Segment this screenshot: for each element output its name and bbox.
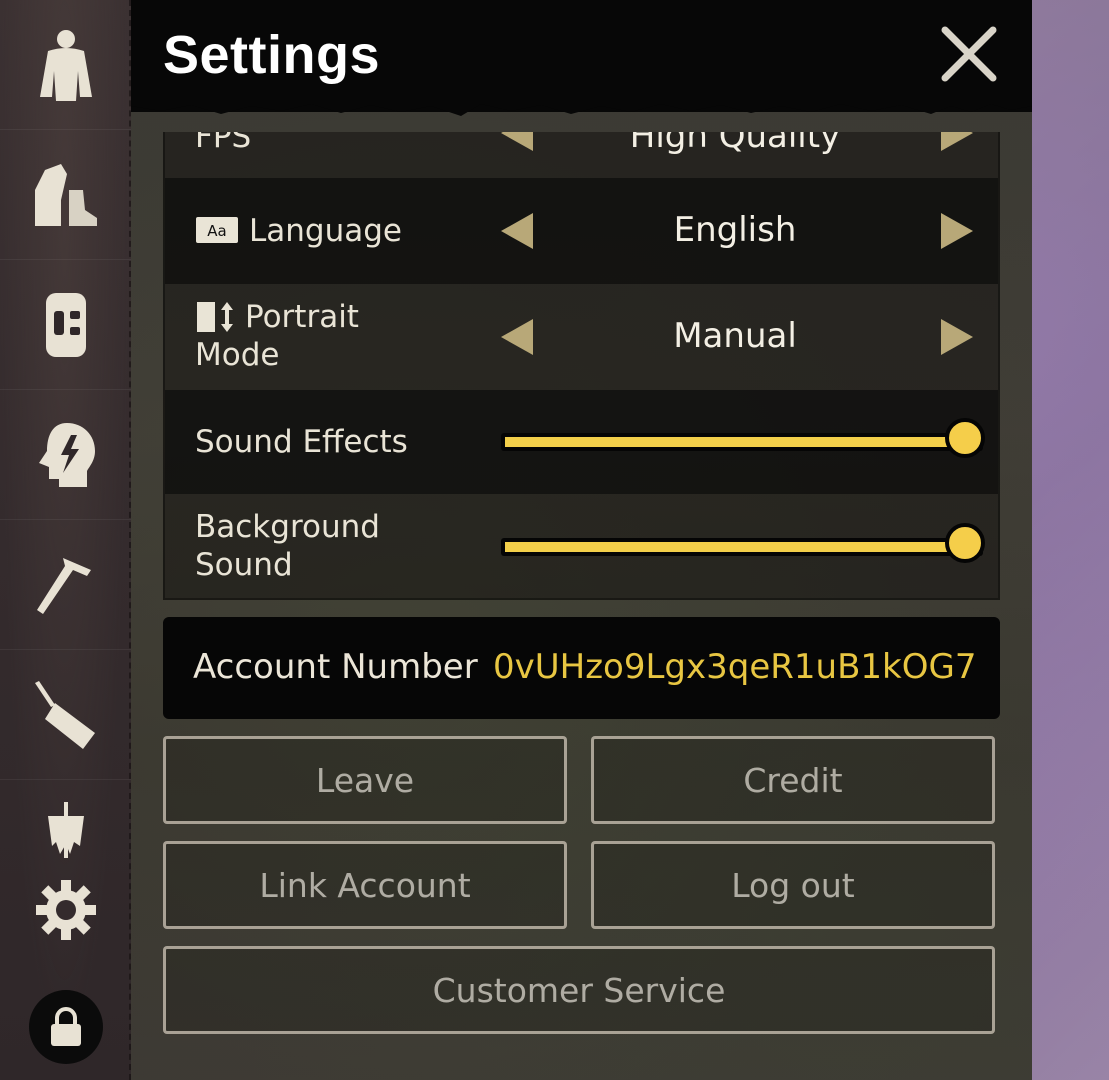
close-button[interactable] <box>937 22 1001 86</box>
settings-row-language: Aa Language English <box>165 178 998 284</box>
sidebar-item-clothing[interactable] <box>0 130 131 260</box>
sound-effects-slider-fill <box>505 437 979 447</box>
sidebar-item-backpack[interactable] <box>0 260 131 390</box>
portrait-mode-prev-arrow[interactable] <box>501 319 533 355</box>
character-icon <box>39 29 92 101</box>
portrait-mode-label-line2: Mode <box>195 337 280 373</box>
sidebar-item-skills[interactable] <box>0 390 131 520</box>
lock-icon <box>51 1007 81 1046</box>
log-out-button[interactable]: Log out <box>591 841 995 929</box>
settings-row-sound-effects: Sound Effects <box>165 390 998 494</box>
account-number-label: Account Number <box>193 647 478 687</box>
portrait-mode-next-arrow[interactable] <box>941 319 973 355</box>
background-sound-label-line2: Sound <box>195 547 293 583</box>
settings-row-fps: FPS High Quality <box>165 132 998 178</box>
leave-button[interactable]: Leave <box>163 736 567 824</box>
sound-effects-slider[interactable] <box>501 418 985 458</box>
lock-button[interactable] <box>29 990 103 1064</box>
sound-effects-slider-knob[interactable] <box>945 418 985 458</box>
sidebar-item-settings[interactable] <box>0 850 131 970</box>
page-title: Settings <box>163 25 381 85</box>
sidebar-item-crafting[interactable] <box>0 520 131 650</box>
language-icon: Aa <box>196 217 238 243</box>
portrait-mode-label-group: Portrait Mode <box>195 298 359 374</box>
background-sound-slider[interactable] <box>501 523 985 563</box>
account-number-box: Account Number 0vUHzo9Lgx3qeR1uB1kOG7 <box>163 617 1000 719</box>
portrait-mode-label-row: Portrait <box>195 298 359 336</box>
close-icon <box>941 26 997 82</box>
portrait-mode-icon <box>197 302 233 332</box>
backpack-icon <box>45 292 86 357</box>
language-label-group: Aa Language <box>195 212 402 250</box>
portrait-mode-label-line1: Portrait <box>245 299 359 335</box>
sidebar-item-radio[interactable] <box>0 650 131 780</box>
skills-icon <box>38 422 95 487</box>
svg-text:Aa: Aa <box>207 222 226 240</box>
settings-panel: FPS High Quality Aa Language English Por… <box>131 0 1032 1080</box>
language-prev-arrow[interactable] <box>501 213 533 249</box>
sidebar <box>0 0 131 1080</box>
language-value: English <box>673 210 797 250</box>
settings-row-portrait-mode: Portrait Mode Manual <box>165 284 998 390</box>
header-torn-edge <box>131 96 1032 116</box>
background-sound-slider-fill <box>505 542 979 552</box>
gear-icon <box>35 880 96 940</box>
background-sound-slider-knob[interactable] <box>945 523 985 563</box>
language-next-arrow[interactable] <box>941 213 973 249</box>
radio-icon <box>34 680 95 749</box>
crafting-icon <box>36 557 91 614</box>
clothing-icon <box>34 163 97 226</box>
sound-effects-label: Sound Effects <box>195 424 408 460</box>
sidebar-item-character[interactable] <box>0 0 131 130</box>
background-sound-label-group: Background Sound <box>195 508 380 584</box>
credit-button[interactable]: Credit <box>591 736 995 824</box>
account-number-value: 0vUHzo9Lgx3qeR1uB1kOG7 <box>493 647 977 687</box>
portrait-mode-value: Manual <box>673 316 797 356</box>
background-sound-label-line1: Background <box>195 509 380 545</box>
language-label: Language <box>249 213 402 249</box>
settings-row-background-sound: Background Sound <box>165 494 998 598</box>
settings-list[interactable]: FPS High Quality Aa Language English Por… <box>163 132 1000 600</box>
customer-service-button[interactable]: Customer Service <box>163 946 995 1034</box>
link-account-button[interactable]: Link Account <box>163 841 567 929</box>
